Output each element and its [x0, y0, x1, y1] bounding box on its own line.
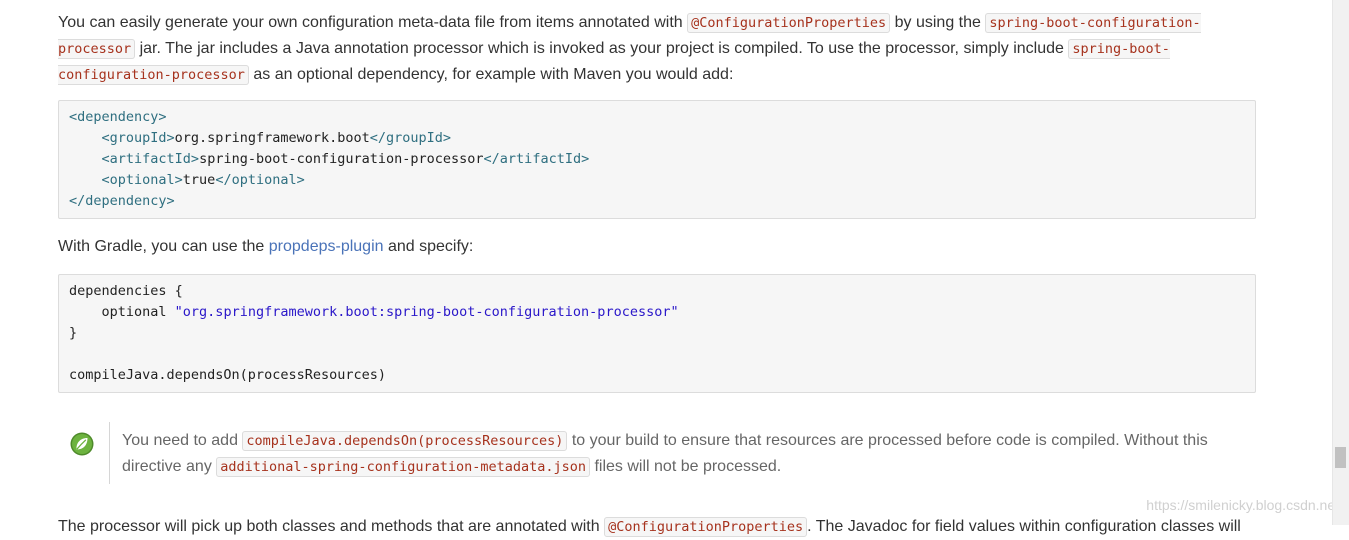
gradle-intro-text-2: and specify:: [383, 238, 474, 255]
next-paragraph-partial: The processor will pick up both classes …: [58, 514, 1298, 540]
gradle-line: compileJava.dependsOn(processResources): [69, 367, 386, 383]
gradle-intro-paragraph: With Gradle, you can use the propdeps-pl…: [58, 234, 1258, 259]
xml-value: spring-boot-configuration-processor: [199, 151, 484, 167]
intro-paragraph: You can easily generate your own configu…: [58, 10, 1258, 88]
gradle-intro-text-1: With Gradle, you can use the: [58, 238, 269, 255]
xml-tag: </optional>: [215, 172, 305, 188]
inline-code-compile-java: compileJava.dependsOn(processResources): [242, 431, 568, 451]
note-admonition: You need to add compileJava.dependsOn(pr…: [58, 422, 1258, 484]
inline-code-configuration-properties-2: @ConfigurationProperties: [604, 517, 808, 537]
xml-tag: </dependency>: [69, 193, 175, 209]
maven-code-block[interactable]: <dependency> <groupId>org.springframewor…: [58, 100, 1256, 219]
xml-value: org.springframework.boot: [174, 130, 370, 146]
gradle-code-block[interactable]: dependencies { optional "org.springframe…: [58, 274, 1256, 393]
xml-tag: </artifactId>: [483, 151, 590, 167]
xml-tag: <dependency>: [69, 109, 167, 125]
watermark-text: https://smilenicky.blog.csdn.net: [1146, 497, 1339, 513]
gradle-string: "org.springframework.boot:spring-boot-co…: [174, 304, 679, 320]
inline-code-metadata-json: additional-spring-configuration-metadata…: [216, 457, 591, 477]
xml-tag: <groupId>: [101, 130, 175, 146]
scrollbar-thumb[interactable]: [1335, 447, 1346, 468]
inline-code-configuration-properties: @ConfigurationProperties: [687, 13, 891, 33]
gradle-keyword: optional: [101, 304, 175, 320]
propdeps-plugin-link[interactable]: propdeps-plugin: [269, 238, 384, 255]
next-text-2: . The Javadoc for field values within co…: [807, 518, 1241, 535]
gradle-line: }: [69, 325, 78, 341]
next-text-1: The processor will pick up both classes …: [58, 518, 605, 535]
gradle-line: dependencies {: [69, 283, 183, 299]
xml-tag: <optional>: [101, 172, 183, 188]
note-text-1: You need to add: [122, 432, 243, 449]
intro-text-2: by using the: [890, 14, 986, 31]
xml-tag: </groupId>: [369, 130, 452, 146]
intro-text-4: as an optional dependency, for example w…: [248, 66, 734, 83]
xml-value: true: [182, 172, 216, 188]
note-text-3: files will not be processed.: [590, 458, 782, 475]
spring-leaf-icon: [70, 432, 94, 456]
intro-text-1: You can easily generate your own configu…: [58, 14, 688, 31]
xml-tag: <artifactId>: [101, 151, 200, 167]
intro-text-3: jar. The jar includes a Java annotation …: [135, 40, 1069, 57]
note-divider: [109, 422, 110, 484]
note-text: You need to add compileJava.dependsOn(pr…: [122, 428, 1242, 480]
